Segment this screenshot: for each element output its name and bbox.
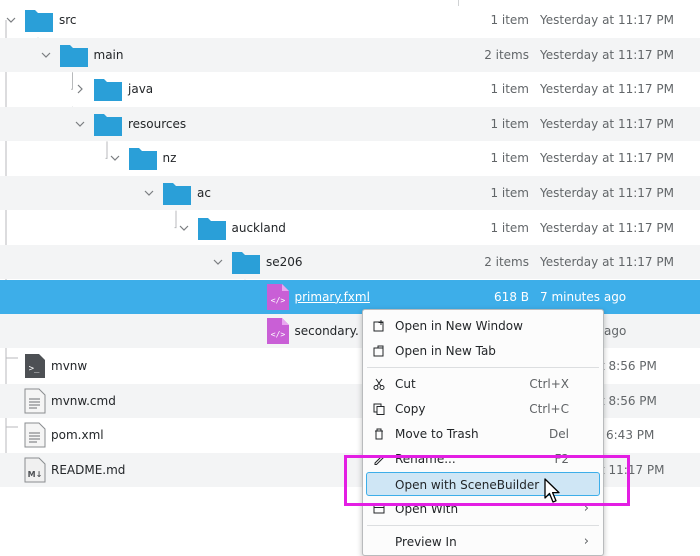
- copy-icon: [373, 403, 385, 415]
- file-name[interactable]: README.md: [51, 453, 125, 487]
- menu-separator: [367, 367, 599, 368]
- chevron-down-icon[interactable]: [142, 186, 156, 200]
- file-modified: t 8:56 PM: [600, 359, 657, 373]
- menu-item-preview-in[interactable]: Preview In ›: [367, 530, 599, 554]
- file-row[interactable]: se206 2 items Yesterday at 11:17 PM: [0, 245, 700, 280]
- file-modified: Yesterday at 11:17 PM: [540, 47, 674, 62]
- file-row[interactable]: java 1 item Yesterday at 11:17 PM: [0, 72, 700, 106]
- chevron-down-icon[interactable]: [39, 48, 53, 62]
- menu-item-label: Copy: [395, 402, 426, 416]
- chevron-right-icon: ›: [583, 534, 589, 549]
- file-name[interactable]: resources: [128, 107, 186, 141]
- file-name[interactable]: ac: [197, 176, 211, 210]
- fxml-file-icon: </>: [266, 283, 290, 314]
- file-modified: Yesterday at 11:17 PM: [540, 220, 674, 235]
- new-tab-icon: [373, 345, 385, 357]
- menu-item-shortcut: Ctrl+X: [529, 377, 569, 391]
- file-size: 1 item: [490, 186, 529, 200]
- annotation-highlight-box: [344, 455, 630, 506]
- file-row[interactable]: auckland 1 item Yesterday at 11:17 PM: [0, 211, 700, 245]
- folder-icon: [128, 145, 158, 174]
- file-row[interactable]: ac 1 item Yesterday at 11:17 PM: [0, 176, 700, 210]
- file-modified: Yesterday at 11:17 PM: [540, 82, 674, 97]
- file-name[interactable]: se206: [266, 245, 303, 279]
- menu-item-label: Move to Trash: [395, 427, 479, 441]
- context-menu[interactable]: Open in New Window Open in New Tab Cut Ctrl…: [362, 309, 604, 556]
- menu-item-open-in-new-tab[interactable]: Open in New Tab: [367, 339, 599, 363]
- file-name[interactable]: main: [94, 38, 124, 72]
- folder-icon: [162, 180, 192, 209]
- file-name[interactable]: secondary.: [295, 314, 359, 348]
- text-file-icon: [24, 388, 46, 417]
- chevron-down-icon[interactable]: [211, 255, 225, 269]
- file-row[interactable]: nz 1 item Yesterday at 11:17 PM: [0, 141, 700, 175]
- menu-item-label: Open in New Tab: [395, 344, 496, 358]
- file-name[interactable]: nz: [163, 141, 177, 175]
- menu-item-label: Open in New Window: [395, 319, 523, 333]
- menu-item-label: Cut: [395, 377, 416, 391]
- file-modified: Yesterday at 11:17 PM: [540, 255, 674, 270]
- file-name[interactable]: mvnw: [51, 349, 87, 383]
- file-row[interactable]: main 2 items Yesterday at 11:17 PM: [0, 37, 700, 72]
- folder-icon: [231, 249, 261, 278]
- file-modified: 6:43 PM: [606, 428, 655, 443]
- file-modified: Yesterday at 11:17 PM: [540, 151, 674, 166]
- cut-icon: [373, 378, 385, 390]
- chevron-down-icon[interactable]: [108, 151, 122, 165]
- menu-item-label: Preview In: [395, 535, 457, 549]
- file-name[interactable]: auckland: [232, 211, 286, 245]
- svg-text:M↓: M↓: [28, 470, 43, 479]
- chevron-right-icon[interactable]: [73, 82, 87, 96]
- file-row[interactable]: resources 1 item Yesterday at 11:17 PM: [0, 106, 700, 141]
- file-size: 2 items: [484, 47, 529, 62]
- file-row[interactable]: src 1 item Yesterday at 11:17 PM: [0, 3, 700, 37]
- menu-separator: [367, 525, 599, 526]
- file-name[interactable]: pom.xml: [51, 418, 104, 452]
- file-size: 1 item: [490, 220, 529, 235]
- file-size: 1 item: [490, 116, 529, 131]
- chevron-down-icon[interactable]: [4, 13, 18, 27]
- chevron-down-icon[interactable]: [177, 221, 191, 235]
- chevron-down-icon[interactable]: [73, 117, 87, 131]
- trash-icon: [373, 428, 385, 440]
- folder-icon: [197, 215, 227, 244]
- file-size: 1 item: [490, 151, 529, 166]
- fxml-file-icon: </>: [266, 317, 290, 348]
- file-size: 2 items: [484, 255, 529, 270]
- file-modified: ago: [604, 324, 627, 339]
- folder-icon: [59, 42, 89, 71]
- file-name[interactable]: primary.fxml: [295, 280, 370, 314]
- markdown-file-icon: M↓: [24, 457, 46, 486]
- svg-text:</>: </>: [270, 296, 285, 305]
- menu-item-cut[interactable]: Cut Ctrl+X: [367, 372, 599, 396]
- svg-text:</>: </>: [270, 330, 285, 339]
- file-modified: Yesterday at 11:17 PM: [540, 116, 674, 131]
- text-file-icon: [24, 422, 46, 451]
- file-size: 1 item: [490, 82, 529, 97]
- folder-icon: [93, 76, 123, 105]
- folder-icon: [24, 7, 54, 36]
- folder-icon: [93, 111, 123, 140]
- script-file-icon: >_: [24, 353, 46, 382]
- menu-item-copy[interactable]: Copy Ctrl+C: [367, 397, 599, 421]
- menu-item-move-to-trash[interactable]: Move to Trash Del: [367, 422, 599, 446]
- file-size: 1 item: [490, 13, 529, 27]
- file-modified: t 8:56 PM: [600, 393, 657, 408]
- file-name[interactable]: mvnw.cmd: [51, 384, 116, 418]
- menu-item-shortcut: Del: [549, 427, 569, 441]
- menu-item-shortcut: Ctrl+C: [529, 402, 569, 416]
- svg-text:>_: >_: [29, 364, 40, 374]
- mouse-cursor-icon: [544, 478, 560, 503]
- menu-item-open-in-new-window[interactable]: Open in New Window: [367, 314, 599, 338]
- file-name[interactable]: src: [59, 3, 77, 37]
- file-modified: Yesterday at 11:17 PM: [540, 186, 674, 200]
- file-name[interactable]: java: [128, 72, 153, 106]
- new-window-icon: [373, 320, 385, 332]
- file-modified: Yesterday at 11:17 PM: [540, 13, 674, 27]
